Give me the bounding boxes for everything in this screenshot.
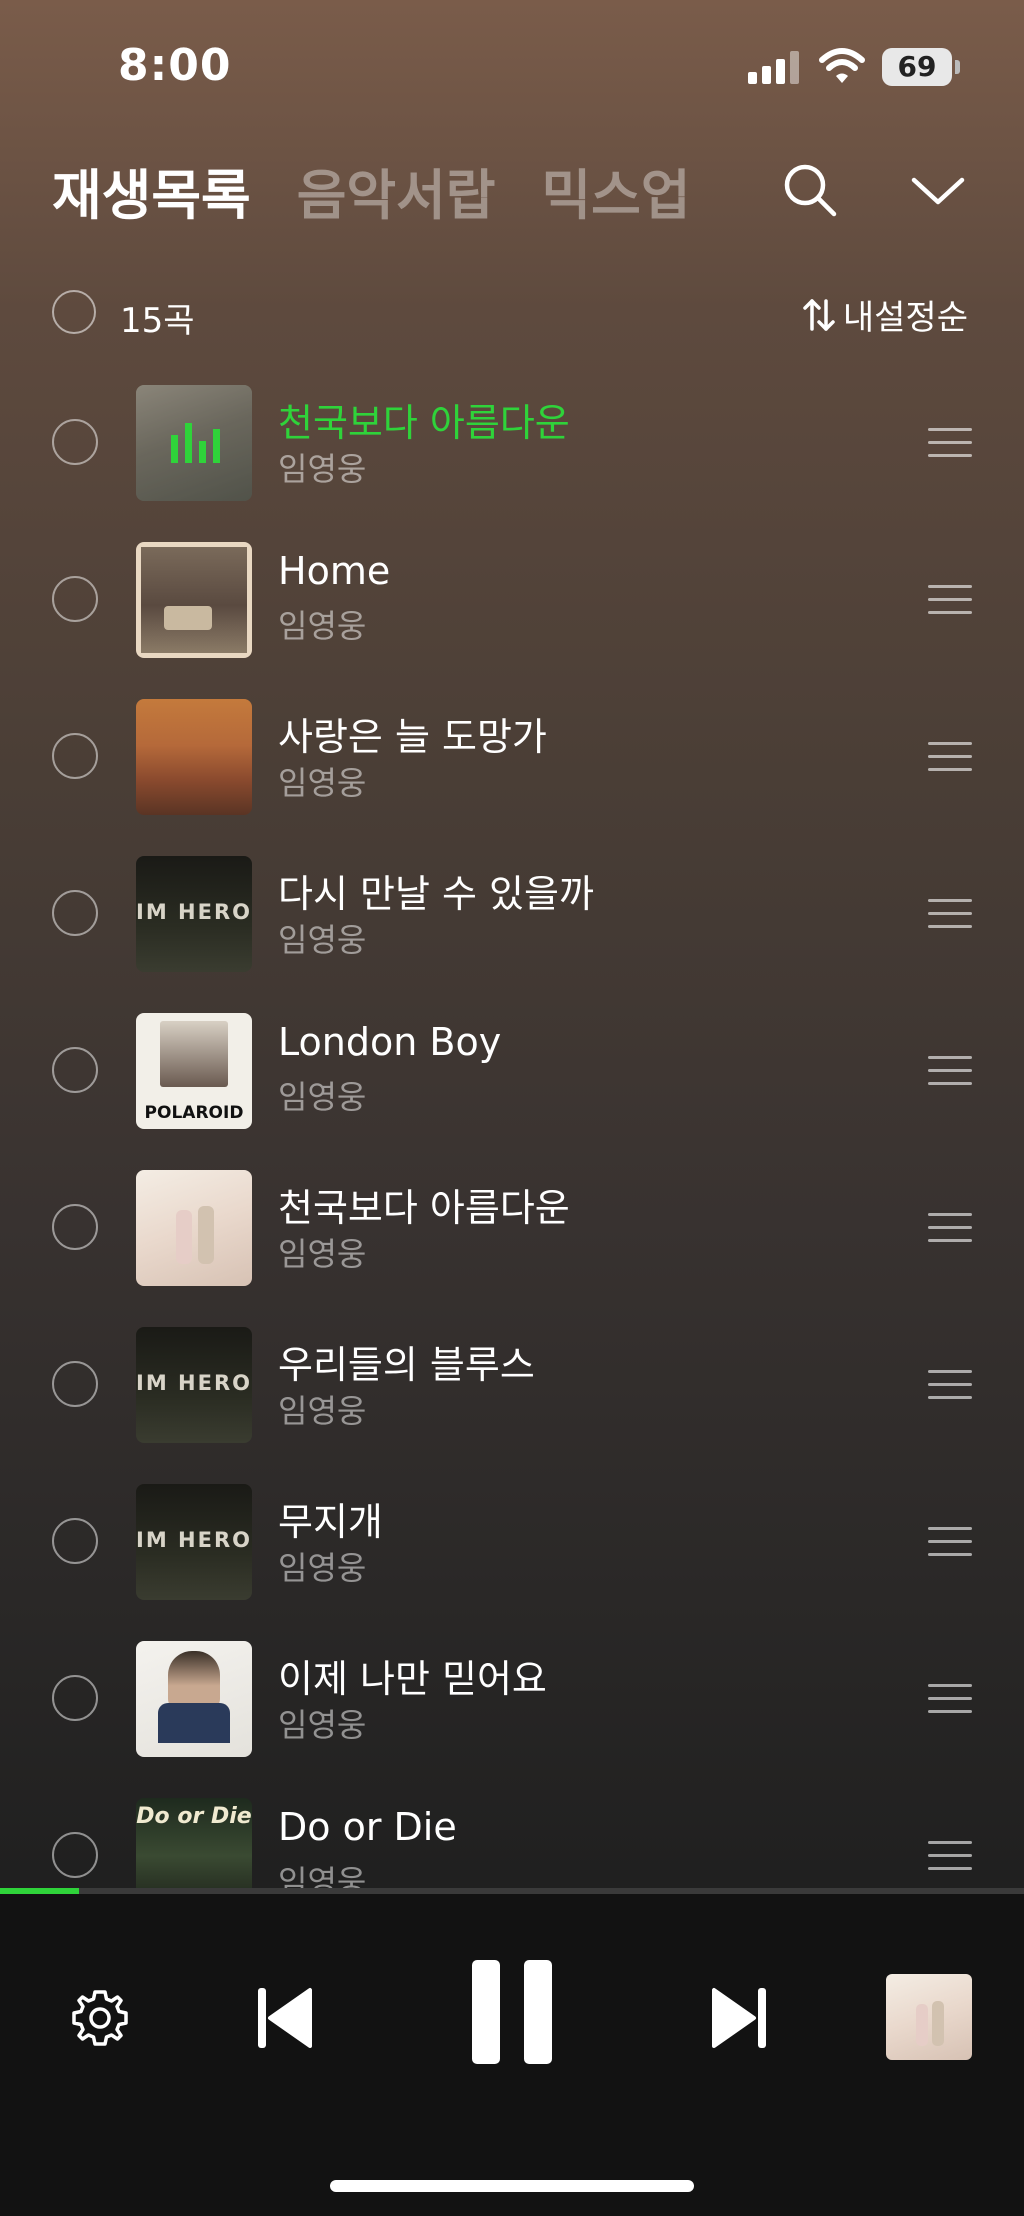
track-checkbox[interactable] xyxy=(52,1518,98,1564)
track-artist: 임영웅 xyxy=(278,1392,367,1430)
album-art xyxy=(136,542,252,658)
cellular-signal-icon xyxy=(748,50,802,84)
album-art-text: IM HERO xyxy=(136,900,252,924)
track-title: London Boy xyxy=(278,1020,502,1064)
track-artist: 임영웅 xyxy=(278,1078,367,1116)
track-artist: 임영웅 xyxy=(278,1863,367,1888)
tab-music-drawer[interactable]: 음악서랍 xyxy=(297,151,496,230)
pause-icon[interactable] xyxy=(470,1958,554,2066)
track-artist: 임영웅 xyxy=(278,1235,367,1273)
track-row[interactable]: 사랑은 늘 도망가 임영웅 xyxy=(0,678,1024,835)
drag-handle-icon[interactable] xyxy=(928,1054,972,1088)
album-art: IM HERO xyxy=(136,1327,252,1443)
track-checkbox[interactable] xyxy=(52,419,98,465)
album-art: POLAROID xyxy=(136,1013,252,1129)
album-art-text: IM HERO xyxy=(136,1371,252,1395)
album-art: Do or Die xyxy=(136,1798,252,1888)
tab-playlist[interactable]: 재생목록 xyxy=(52,151,251,230)
status-time: 8:00 xyxy=(118,40,232,91)
track-artist: 임영웅 xyxy=(278,1706,367,1744)
track-list: 천국보다 아름다운 임영웅 Home 임영웅 사랑은 늘 도망가 임영웅 IM … xyxy=(0,364,1024,1888)
track-artist: 임영웅 xyxy=(278,921,367,959)
track-count: 15곡 xyxy=(120,301,195,341)
album-art-text: POLAROID xyxy=(144,1103,244,1123)
track-row[interactable]: 이제 나만 믿어요 임영웅 xyxy=(0,1620,1024,1777)
track-row[interactable]: IM HERO 우리들의 블루스 임영웅 xyxy=(0,1306,1024,1463)
track-row[interactable]: POLAROID London Boy 임영웅 xyxy=(0,992,1024,1149)
track-artist: 임영웅 xyxy=(278,764,367,802)
wifi-icon xyxy=(819,48,865,83)
track-title: Home xyxy=(278,549,391,593)
album-art xyxy=(136,1641,252,1757)
search-icon[interactable] xyxy=(778,158,842,222)
album-art xyxy=(136,385,252,501)
track-artist: 임영웅 xyxy=(278,607,367,645)
drag-handle-icon[interactable] xyxy=(928,1682,972,1716)
player-controls xyxy=(0,1894,1024,2216)
track-checkbox[interactable] xyxy=(52,1047,98,1093)
home-indicator[interactable] xyxy=(330,2180,694,2192)
track-title: 이제 나만 믿어요 xyxy=(278,1657,547,1701)
drag-handle-icon[interactable] xyxy=(928,740,972,774)
track-artist: 임영웅 xyxy=(278,1549,367,1587)
track-row[interactable]: Do or Die Do or Die 임영웅 xyxy=(0,1777,1024,1888)
track-row[interactable]: 천국보다 아름다운 임영웅 xyxy=(0,1149,1024,1306)
track-title: 천국보다 아름다운 xyxy=(278,401,570,445)
album-art: IM HERO xyxy=(136,1484,252,1600)
track-artist: 임영웅 xyxy=(278,450,367,488)
track-checkbox[interactable] xyxy=(52,1204,98,1250)
track-row[interactable]: IM HERO 다시 만날 수 있을까 임영웅 xyxy=(0,835,1024,992)
drag-handle-icon[interactable] xyxy=(928,1525,972,1559)
track-title: 천국보다 아름다운 xyxy=(278,1186,570,1230)
select-all-checkbox[interactable] xyxy=(52,290,96,334)
track-row[interactable]: Home 임영웅 xyxy=(0,521,1024,678)
track-checkbox[interactable] xyxy=(52,890,98,936)
drag-handle-icon[interactable] xyxy=(928,1839,972,1873)
track-row[interactable]: IM HERO 무지개 임영웅 xyxy=(0,1463,1024,1620)
drag-handle-icon[interactable] xyxy=(928,426,972,460)
status-bar: 8:00 69 xyxy=(0,0,1024,130)
track-checkbox[interactable] xyxy=(52,576,98,622)
drag-handle-icon[interactable] xyxy=(928,583,972,617)
track-title: 우리들의 블루스 xyxy=(278,1343,535,1387)
album-art xyxy=(136,1170,252,1286)
album-art-text: Do or Die xyxy=(136,1804,252,1829)
album-art xyxy=(136,699,252,815)
drag-handle-icon[interactable] xyxy=(928,1368,972,1402)
chevron-down-icon[interactable] xyxy=(906,158,970,222)
track-checkbox[interactable] xyxy=(52,1675,98,1721)
track-title: 무지개 xyxy=(278,1500,383,1544)
sort-label: 내설정순 xyxy=(842,298,968,338)
album-art: IM HERO xyxy=(136,856,252,972)
equalizer-icon xyxy=(136,385,252,501)
album-art-text: IM HERO xyxy=(136,1528,252,1552)
track-checkbox[interactable] xyxy=(52,1832,98,1878)
track-title: Do or Die xyxy=(278,1805,457,1849)
tab-mixup[interactable]: 믹스업 xyxy=(541,151,690,230)
sort-arrows-icon xyxy=(803,298,835,331)
now-playing-album-art[interactable] xyxy=(886,1974,972,2060)
drag-handle-icon[interactable] xyxy=(928,897,972,931)
track-title: 다시 만날 수 있을까 xyxy=(278,872,594,916)
sort-button[interactable]: 내설정순 xyxy=(801,290,968,339)
battery-tip xyxy=(955,60,960,74)
previous-track-icon[interactable] xyxy=(254,1984,314,2052)
battery-indicator: 69 xyxy=(882,48,952,86)
track-checkbox[interactable] xyxy=(52,733,98,779)
gear-icon[interactable] xyxy=(68,1986,132,2050)
header-tabs: 재생목록 음악서랍 믹스업 xyxy=(52,150,691,230)
drag-handle-icon[interactable] xyxy=(928,1211,972,1245)
next-track-icon[interactable] xyxy=(710,1984,770,2052)
track-checkbox[interactable] xyxy=(52,1361,98,1407)
track-title: 사랑은 늘 도망가 xyxy=(278,715,547,759)
track-row[interactable]: 천국보다 아름다운 임영웅 xyxy=(0,364,1024,521)
